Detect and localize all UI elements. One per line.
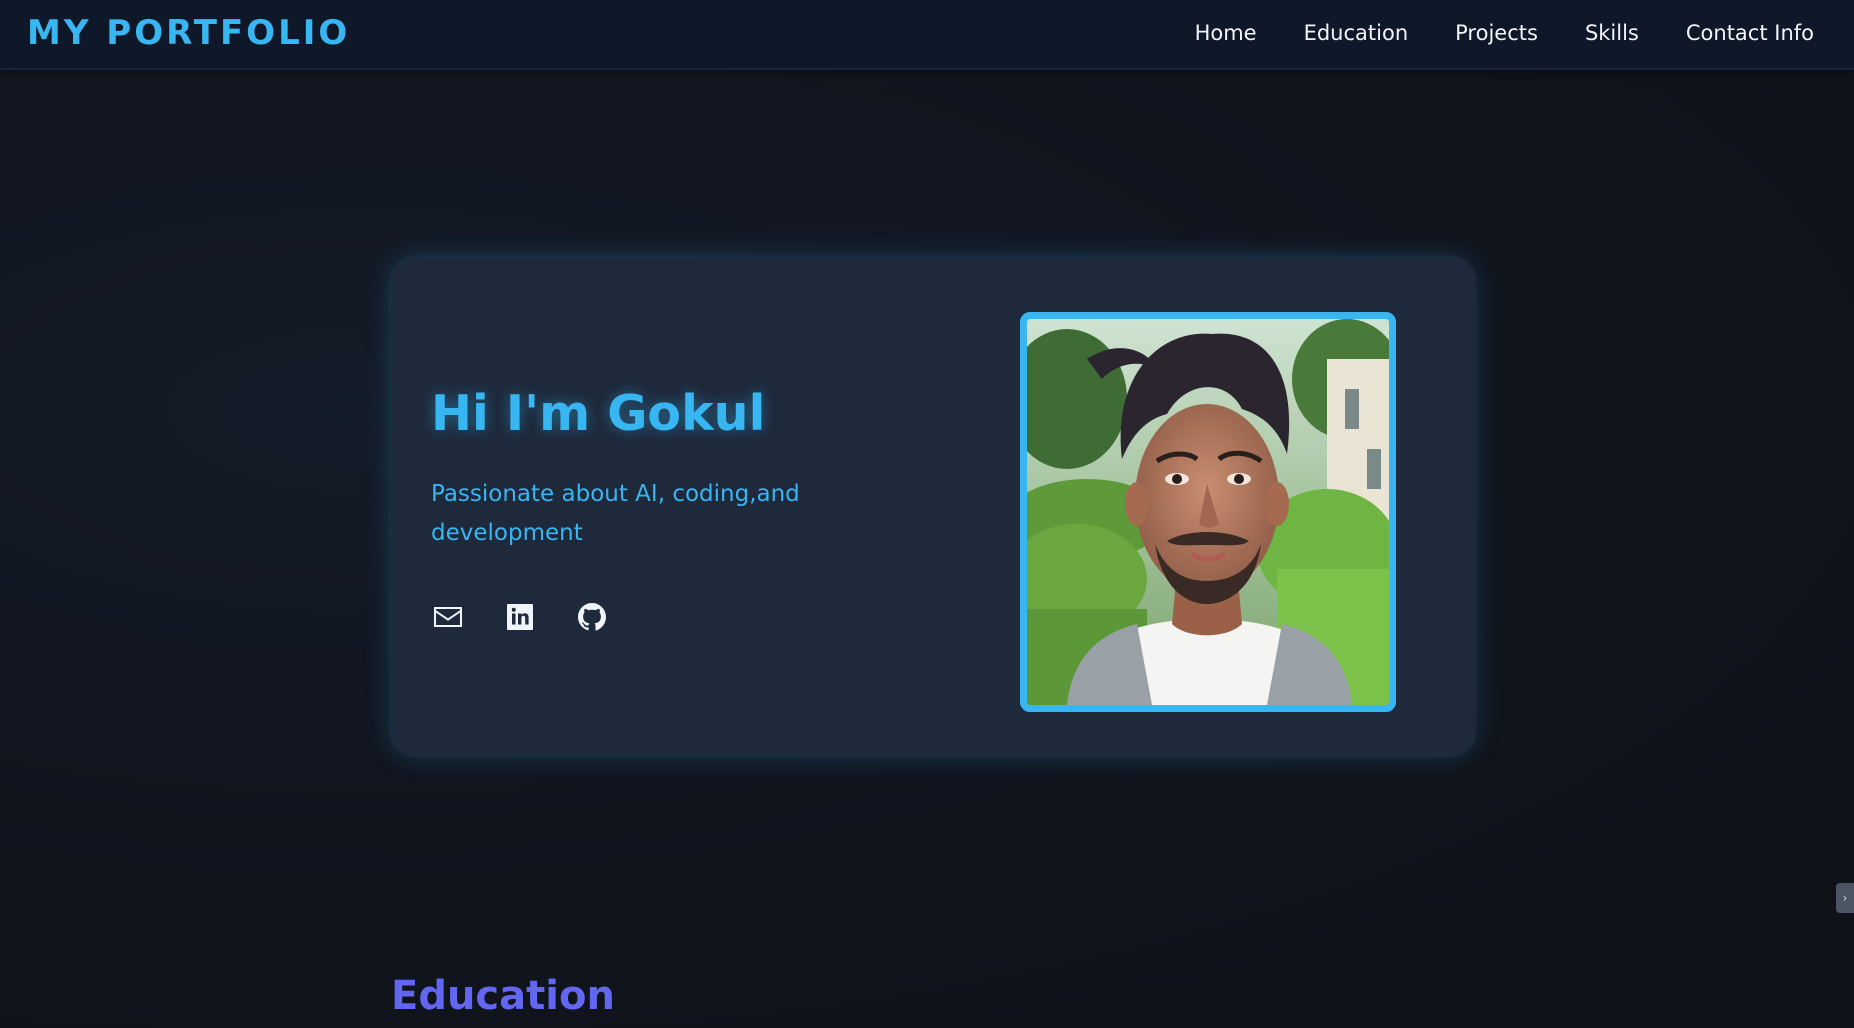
navbar: MY PORTFOLIO Home Education Projects Ski… xyxy=(0,0,1854,70)
nav-links: Home Education Projects Skills Contact I… xyxy=(1195,18,1814,48)
linkedin-icon[interactable] xyxy=(503,600,537,634)
side-panel-toggle[interactable]: › xyxy=(1836,883,1854,913)
nav-link-home[interactable]: Home xyxy=(1195,21,1257,45)
hero-card: Hi I'm Gokul Passionate about AI, coding… xyxy=(391,257,1475,756)
profile-photo xyxy=(1020,312,1396,712)
envelope-icon[interactable] xyxy=(431,600,465,634)
nav-link-education[interactable]: Education xyxy=(1304,21,1409,45)
education-heading: Education xyxy=(391,973,615,1019)
github-icon[interactable] xyxy=(575,600,609,634)
brand-logo[interactable]: MY PORTFOLIO xyxy=(27,13,350,53)
hero-subtitle: Passionate about AI, coding,and developm… xyxy=(431,481,800,546)
nav-link-projects[interactable]: Projects xyxy=(1455,21,1538,45)
social-links xyxy=(431,600,609,634)
hero-title: Hi I'm Gokul xyxy=(431,385,766,442)
nav-link-contact-info[interactable]: Contact Info xyxy=(1686,21,1814,45)
nav-link-skills[interactable]: Skills xyxy=(1585,21,1639,45)
